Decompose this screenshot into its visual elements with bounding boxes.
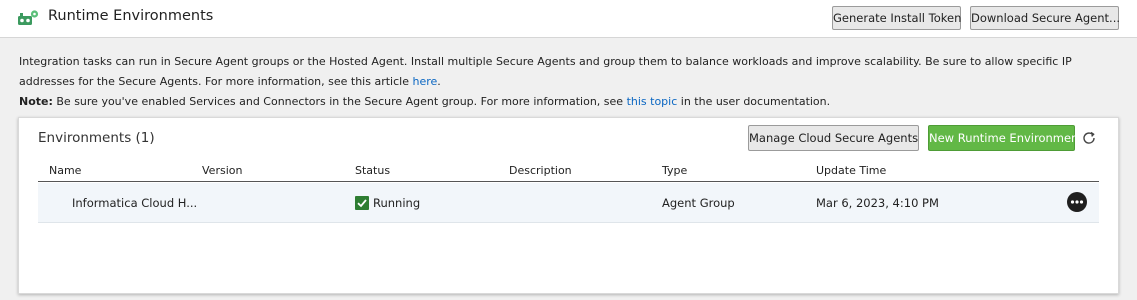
note-text-end: in the user documentation. — [677, 95, 831, 108]
note-label: Note: — [19, 95, 53, 108]
topic-link[interactable]: this topic — [627, 95, 678, 108]
environment-type: Agent Group — [662, 196, 735, 210]
column-header-description[interactable]: Description — [509, 164, 572, 177]
info-paragraph-end: . — [437, 75, 441, 88]
environments-panel: Environments (1) Manage Cloud Secure Age… — [18, 117, 1119, 294]
more-options-icon[interactable] — [1067, 192, 1087, 212]
environment-update-time: Mar 6, 2023, 4:10 PM — [816, 196, 939, 210]
column-header-name[interactable]: Name — [49, 164, 81, 177]
status-text: Running — [373, 196, 421, 210]
column-header-status[interactable]: Status — [355, 164, 390, 177]
top-bar: Runtime Environments Generate Install To… — [0, 0, 1137, 38]
manage-cloud-secure-agents-button[interactable]: Manage Cloud Secure Agents — [748, 125, 919, 151]
info-paragraph: Integration tasks can run in Secure Agen… — [19, 55, 1072, 88]
note-text: Be sure you've enabled Services and Conn… — [52, 95, 627, 108]
page-title: Runtime Environments — [48, 8, 214, 24]
environment-name[interactable]: Informatica Cloud H... — [72, 196, 197, 210]
article-link[interactable]: here — [412, 75, 437, 88]
column-header-update-time[interactable]: Update Time — [816, 164, 886, 177]
check-icon — [355, 196, 369, 210]
environments-title: Environments (1) — [38, 130, 155, 146]
info-text: Integration tasks can run in Secure Agen… — [19, 52, 1119, 112]
column-header-version[interactable]: Version — [202, 164, 242, 177]
table-row[interactable]: Informatica Cloud H... Running Agent Gro… — [38, 183, 1099, 223]
runtime-environments-icon — [18, 10, 39, 25]
table-header: Name Version Status Description Type Upd… — [38, 161, 1099, 182]
refresh-icon[interactable] — [1081, 130, 1097, 146]
new-runtime-environment-button[interactable]: New Runtime Environment — [928, 125, 1083, 151]
column-header-type[interactable]: Type — [662, 164, 687, 177]
generate-install-token-button[interactable]: Generate Install Token — [832, 6, 961, 30]
download-secure-agent-button[interactable]: Download Secure Agent... — [970, 6, 1120, 30]
